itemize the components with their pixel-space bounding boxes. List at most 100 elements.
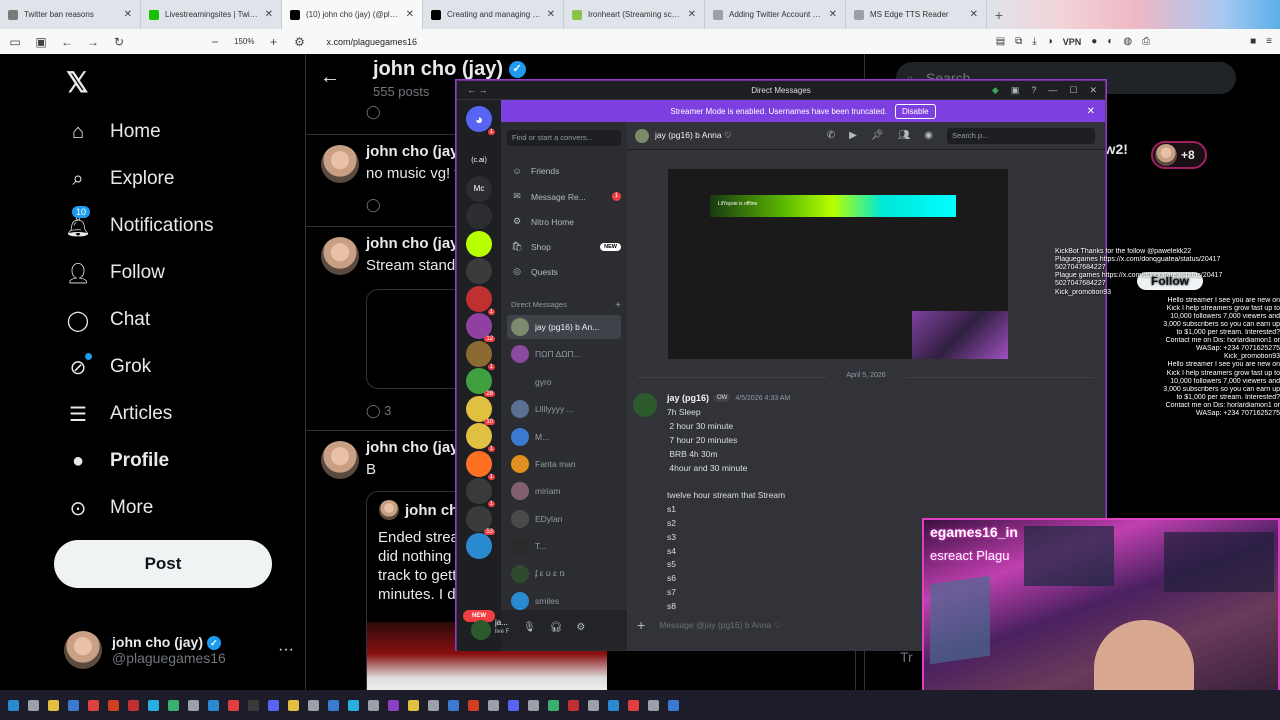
server-icon[interactable] [466,533,492,559]
browser-tab[interactable]: Ironheart (Streaming schedule) ✕ [564,0,705,29]
dm-list-item[interactable]: M... [507,425,621,449]
taskbar-app-icon[interactable] [668,699,679,711]
server-icon[interactable]: (c.ai) [466,148,492,174]
follower-avatars[interactable]: +8 [1151,141,1207,169]
server-icon[interactable] [466,230,492,257]
taskbar-app-icon[interactable] [228,699,239,711]
download-icon[interactable]: ⤓ [1032,36,1036,47]
nav-profile[interactable]: ● Profile [66,449,169,473]
taskbar-app-icon[interactable] [108,699,119,711]
extension-icon[interactable]: ◍ [1123,36,1132,47]
help-icon[interactable]: ? [1031,85,1036,96]
zoom-out-icon[interactable]: − [208,35,222,49]
minimize-icon[interactable]: — [1048,85,1057,96]
taskbar-app-icon[interactable] [428,699,439,711]
taskbar-app-icon[interactable] [168,699,179,711]
server-icon[interactable]: 10 [466,395,495,425]
taskbar-app-icon[interactable] [408,699,419,711]
taskbar-app-icon[interactable] [588,699,599,711]
taskbar-app-icon[interactable] [348,699,359,711]
call-icon[interactable]: ✆ [827,130,835,141]
close-tab-icon[interactable]: ✕ [829,9,837,20]
taskbar-app-icon[interactable] [68,699,79,711]
taskbar-app-icon[interactable] [308,699,319,711]
close-icon[interactable]: ✕ [1089,85,1097,96]
nav-chat[interactable]: ◯ Chat [66,308,150,332]
close-tab-icon[interactable]: ✕ [970,9,978,20]
server-icon[interactable] [466,258,492,284]
taskbar-app-icon[interactable] [388,699,399,711]
taskbar-app-icon[interactable] [188,699,199,711]
taskbar-app-icon[interactable] [508,699,519,711]
post-button[interactable]: Post [54,540,272,588]
nav-follow[interactable]: 👤︎ Follow [65,261,165,285]
taskbar-app-icon[interactable] [248,699,259,711]
taskbar-app-icon[interactable] [488,699,499,711]
server-icon[interactable]: 53 [466,505,495,535]
reply-icon[interactable]: ◯ [366,197,381,213]
dm-list-item[interactable]: Lllllyyyy ... [507,397,621,421]
taskbar-app-icon[interactable] [288,699,299,711]
taskbar-app-icon[interactable] [148,699,159,711]
nav-articles[interactable]: ☰ Articles [66,402,172,426]
browser-tab[interactable]: Adding Twitter Account Gre ✕ [705,0,846,29]
dm-nav-quests[interactable]: ◎ Quests [511,266,621,277]
maximize-icon[interactable]: ☐ [1069,85,1077,96]
extension-icon[interactable]: ● [1091,36,1097,47]
leaf-icon[interactable]: ◆ [992,85,999,96]
browser-tab[interactable]: (10) john cho (jay) (@plaguega ✕ [282,0,423,29]
dm-list-item[interactable]: jay (pg16) b An... [507,315,621,339]
add-attachment-icon[interactable]: + [637,617,645,633]
taskbar-app-icon[interactable] [88,699,99,711]
back-arrow-icon[interactable]: ← [320,66,340,89]
back-icon[interactable]: ← → [467,85,488,95]
profile-icon[interactable]: ◉ [924,130,933,141]
dm-nav-message-re[interactable]: ✉ Message Re... 1 [511,191,621,202]
search-input[interactable]: Search p... [947,127,1095,144]
close-tab-icon[interactable]: ✕ [265,9,273,20]
taskbar-app-icon[interactable] [628,699,639,711]
disable-button[interactable]: Disable [894,103,936,119]
nav-grok[interactable]: ⊘ Grok [66,353,151,379]
dm-nav-nitro-home[interactable]: ⚙ Nitro Home [511,216,621,227]
menu-icon[interactable]: ≡ [1266,36,1272,47]
shield-icon[interactable]: ◑ [1047,36,1053,47]
reader-icon[interactable]: ▤ [996,36,1005,47]
nav-notifications[interactable]: 🔔︎ 10 Notifications [65,206,214,238]
nav-more[interactable]: ⊙ More [66,496,154,520]
more-options-icon[interactable]: ··· [278,641,294,659]
taskbar-app-icon[interactable] [608,699,619,711]
taskbar-app-icon[interactable] [28,699,39,711]
nav-home[interactable]: ⌂ Home [66,120,161,144]
site-info-icon[interactable]: ⚙ [292,35,306,49]
inbox-icon[interactable]: ▣ [1011,85,1020,96]
sidebar-icon[interactable]: ▭ [8,35,22,49]
close-tab-icon[interactable]: ✕ [406,9,414,20]
browser-tab[interactable]: Creating and managing multipl ✕ [423,0,564,29]
taskbar-app-icon[interactable] [448,699,459,711]
account-switcher[interactable]: john cho (jay) ✓ @plaguegames16 ··· [64,630,294,670]
nav-explore[interactable]: ⌕ Explore [66,167,174,191]
browser-tab[interactable]: Twitter ban reasons ✕ [0,0,141,29]
headphones-icon[interactable]: 🎧︎ [550,622,563,633]
find-conversation-input[interactable]: Find or start a convers... [507,130,621,146]
add-dm-icon[interactable]: + [615,300,621,311]
add-friends-icon[interactable]: 👥︎ [898,130,911,141]
dm-list-item[interactable]: gyro [507,370,621,394]
dm-list-item[interactable]: ΠΩΠ ΔΩΠ... [507,342,621,366]
dm-nav-shop[interactable]: 🛍︎ Shop NEW [511,241,621,252]
server-icon[interactable]: 1 [466,285,495,315]
dm-list-item[interactable]: T... [507,534,621,558]
browser-tab[interactable]: MS Edge TTS Reader ✕ [846,0,987,29]
reload-icon[interactable]: ↻ [112,35,126,49]
close-tab-icon[interactable]: ✕ [124,9,132,20]
taskbar-app-icon[interactable] [648,699,659,711]
reply-icon[interactable]: ◯ [366,104,381,120]
message-input[interactable]: + Message @jay (pg16) b Anna ♡ [627,611,927,639]
video-icon[interactable]: ▶ [849,130,857,141]
server-icon[interactable]: 28 [466,368,495,397]
avatar[interactable] [471,620,491,640]
close-tab-icon[interactable]: ✕ [547,9,555,20]
close-icon[interactable]: ✕ [1087,106,1095,117]
taskbar-app-icon[interactable] [368,699,379,711]
